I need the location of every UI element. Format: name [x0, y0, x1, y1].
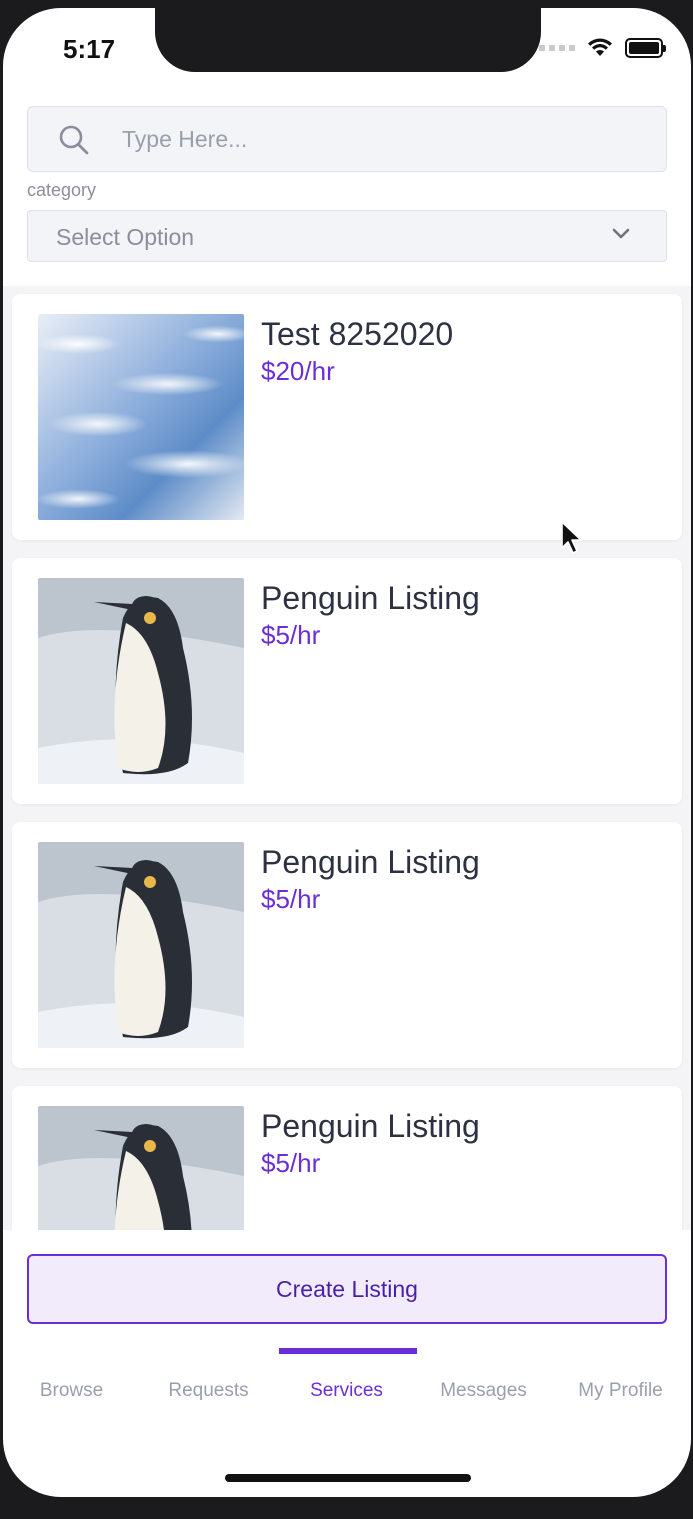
listing-price: $20/hr: [261, 356, 335, 386]
cellular-signal-icon: [539, 45, 575, 51]
status-icons: [539, 38, 666, 58]
active-tab-indicator: [279, 1348, 417, 1354]
phone-screen: 5:17 category Select Option Test 8252020…: [3, 8, 691, 1497]
battery-icon: [625, 38, 666, 58]
listing-image-penguin: [38, 578, 244, 784]
search-input[interactable]: [122, 107, 642, 171]
listing-title: Test 8252020: [261, 316, 454, 352]
device-notch: [155, 8, 541, 72]
listing-image-penguin: [38, 842, 244, 1048]
category-label: category: [27, 180, 97, 200]
listing-title: Penguin Listing: [261, 844, 480, 880]
listing-list[interactable]: Test 8252020 $20/hr Penguin Listing $5/h…: [3, 286, 691, 1230]
listing-card[interactable]: Penguin Listing $5/hr: [12, 822, 682, 1068]
create-listing-button[interactable]: Create Listing: [27, 1254, 667, 1324]
home-indicator: [225, 1474, 471, 1482]
tab-browse[interactable]: Browse: [3, 1380, 140, 1402]
mouse-cursor-icon: [561, 521, 582, 554]
chevron-down-icon: [612, 228, 630, 239]
listing-card[interactable]: Penguin Listing $5/hr: [12, 1086, 682, 1230]
listing-price: $5/hr: [261, 884, 321, 914]
listing-title: Penguin Listing: [261, 580, 480, 616]
category-select[interactable]: Select Option: [27, 210, 667, 262]
listing-card[interactable]: Penguin Listing $5/hr: [12, 558, 682, 804]
tab-messages[interactable]: Messages: [415, 1380, 552, 1402]
listing-image-penguin: [38, 1106, 244, 1230]
search-bar[interactable]: [27, 106, 667, 172]
tab-my-profile[interactable]: My Profile: [552, 1380, 689, 1402]
listing-card[interactable]: Test 8252020 $20/hr: [12, 294, 682, 540]
tab-services[interactable]: Services: [278, 1380, 415, 1402]
status-time: 5:17: [63, 34, 116, 64]
listing-price: $5/hr: [261, 620, 321, 650]
listing-title: Penguin Listing: [261, 1108, 480, 1144]
tab-requests[interactable]: Requests: [140, 1380, 277, 1402]
category-select-value: Select Option: [56, 224, 195, 250]
bottom-tab-bar: Browse Requests Services Messages My Pro…: [3, 1380, 691, 1410]
listing-price: $5/hr: [261, 1148, 321, 1178]
wifi-icon: [588, 38, 612, 56]
search-icon: [59, 125, 89, 155]
listing-image-sky: [38, 314, 244, 520]
